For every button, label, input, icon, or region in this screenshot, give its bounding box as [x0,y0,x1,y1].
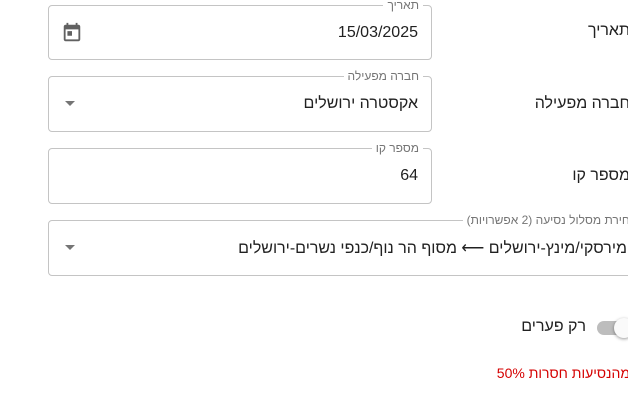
calendar-icon[interactable] [61,22,83,44]
operator-select[interactable]: חברה מפעילה אקסטרה ירושלים [48,69,432,132]
gaps-only-toggle[interactable] [597,318,628,338]
date-value: 15/03/2025 [337,23,418,41]
operator-row-label: חברה מפעילה [534,95,628,112]
gaps-only-label: רק פערים [521,318,586,335]
line-number-field[interactable]: מספר קו 64 [48,141,432,204]
missing-rides-warning: 50% מהנסיעות חסרות [496,365,628,381]
line-number-value: 64 [400,167,418,184]
route-select[interactable]: בחירת מסלול נסיעה (2 אפשרויות) מירסקי/מי… [48,213,628,276]
line-row-label: מספר קו [572,167,628,184]
date-field[interactable]: תאריך 15/03/2025 [48,0,432,60]
chevron-down-icon[interactable] [65,101,75,106]
date-field-legend: תאריך [383,0,423,12]
toggle-thumb[interactable] [614,318,628,338]
date-row-label: תאריך [587,22,628,39]
operator-select-legend: חברה מפעילה [343,69,423,83]
route-select-legend: בחירת מסלול נסיעה (2 אפשרויות) [462,213,628,227]
chevron-down-icon[interactable] [65,245,75,250]
operator-value: אקסטרה ירושלים [303,95,418,112]
line-number-legend: מספר קו [371,141,423,155]
route-value: מירסקי/מינץ-ירושלים ⟵ מסוף הר נוף/כנפי נ… [238,240,627,257]
